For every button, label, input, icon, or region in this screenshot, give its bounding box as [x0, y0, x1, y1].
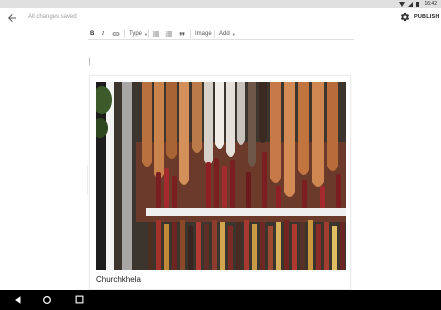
formatting-toolbar: B I Type ▼ Image Add ▼ [88, 28, 354, 40]
toolbar-divider [148, 30, 149, 38]
chevron-down-icon: ▼ [231, 31, 236, 37]
nav-recent-icon[interactable] [75, 295, 84, 304]
type-label: Type [129, 31, 143, 37]
toolbar-divider [190, 30, 191, 38]
image-block[interactable]: Churchkhela [89, 75, 351, 290]
clock: 16:42 [424, 1, 437, 7]
signal-icon [408, 1, 414, 7]
quote-icon[interactable] [178, 30, 186, 38]
publish-button[interactable]: PUBLISH [414, 14, 440, 20]
type-dropdown[interactable]: Type ▼ [129, 29, 148, 39]
app-bar: All changes saved PUBLISH [0, 8, 441, 28]
photo-illustration [96, 82, 346, 270]
bold-button[interactable]: B [90, 29, 94, 39]
churchkhela-photo[interactable] [96, 82, 346, 270]
image-caption[interactable]: Churchkhela [96, 275, 141, 284]
arrow-left-icon[interactable] [6, 12, 18, 24]
nav-back-icon[interactable] [13, 295, 23, 305]
image-button[interactable]: Image [195, 29, 212, 39]
nav-home-icon[interactable] [42, 295, 52, 305]
numbered-list-icon[interactable] [165, 30, 173, 38]
add-dropdown[interactable]: Add ▼ [219, 29, 236, 39]
status-bar: 16:42 [0, 0, 441, 8]
text-cursor[interactable] [89, 58, 90, 65]
editor-guide [87, 165, 88, 195]
toolbar-divider [124, 30, 125, 38]
gear-icon[interactable] [400, 12, 410, 22]
link-icon[interactable] [112, 30, 120, 38]
battery-icon [416, 1, 420, 7]
toolbar-divider [214, 30, 215, 38]
wifi-icon [399, 1, 406, 7]
italic-button[interactable]: I [102, 29, 104, 39]
bulleted-list-icon[interactable] [152, 30, 160, 38]
add-label: Add [219, 31, 230, 37]
navigation-bar [0, 290, 441, 310]
save-status: All changes saved [28, 14, 77, 20]
